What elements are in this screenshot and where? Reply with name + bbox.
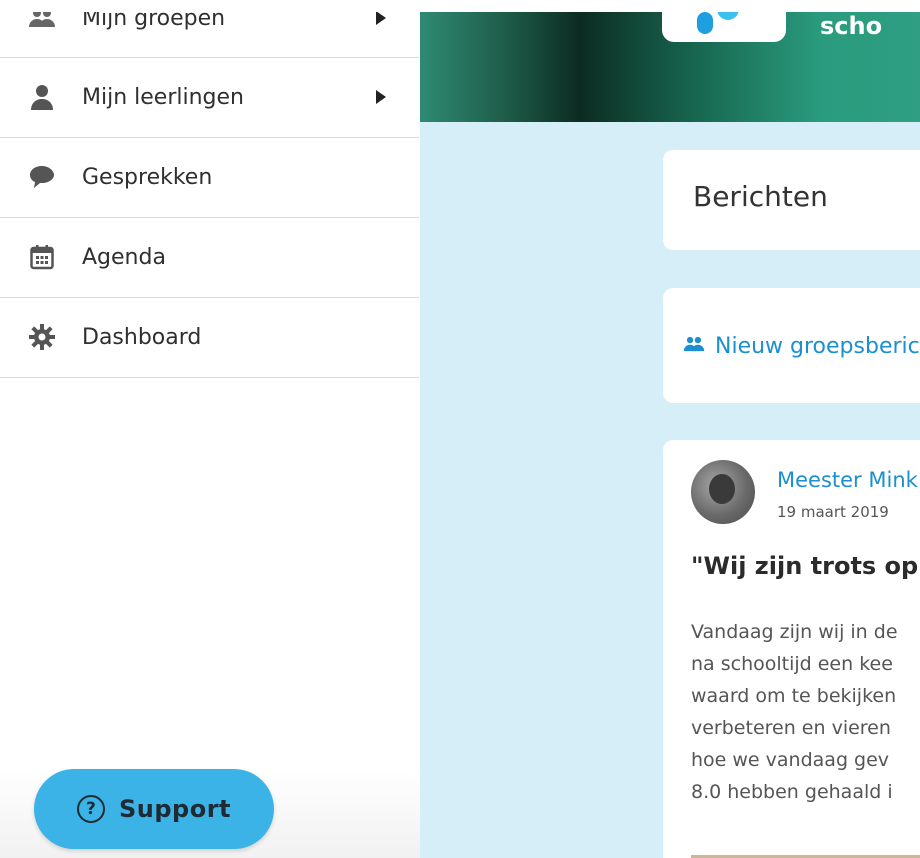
sidebar-item-dashboard[interactable]: Dashboard — [0, 297, 419, 378]
avatar[interactable] — [691, 460, 755, 524]
sidebar-item-agenda[interactable]: Agenda — [0, 217, 419, 298]
sidebar-item-gesprekken[interactable]: Gesprekken — [0, 137, 419, 218]
post-date: 19 maart 2019 — [777, 503, 889, 521]
post-body-line: waard om te bekijken — [691, 685, 897, 707]
new-message-card: Nieuw groepsbericht — [663, 288, 920, 403]
logo-drop-icon — [697, 12, 713, 34]
sidebar-item-label: Mijn leerlingen — [82, 84, 244, 110]
sidebar-item-label: Agenda — [82, 244, 166, 270]
support-label: Support — [118, 795, 232, 823]
berichten-card: Berichten — [663, 150, 920, 250]
post-body-line: hoe we vandaag gev — [691, 749, 890, 771]
submenu-arrow-icon — [376, 90, 386, 104]
post-body: Vandaag zijn wij in de na schooltijd een… — [691, 616, 920, 808]
post-title: "Wij zijn trots op" — [691, 552, 920, 580]
gear-icon — [28, 323, 56, 351]
chat-bubble-icon — [28, 163, 56, 191]
header-banner: Mijn scho — [420, 0, 920, 122]
top-edge — [0, 0, 920, 12]
page-title: Berichten — [693, 180, 828, 213]
main-content: Mijn scho Berichten Nieuw groepsbericht … — [420, 0, 920, 858]
calendar-icon — [28, 243, 56, 271]
sidebar-item-mijn-leerlingen[interactable]: Mijn leerlingen — [0, 57, 419, 138]
post-body-line: na schooltijd een kee — [691, 653, 893, 675]
question-icon: ? — [76, 795, 105, 823]
post-body-line: Vandaag zijn wij in de — [691, 621, 898, 643]
support-button[interactable]: ? Support — [34, 769, 274, 849]
post-body-line: 8.0 hebben gehaald i — [691, 781, 893, 803]
submenu-arrow-icon — [376, 11, 386, 25]
sidebar-item-label: Dashboard — [82, 324, 202, 350]
sidebar-item-label: Gesprekken — [82, 164, 213, 190]
post-body-line: verbeteren en vieren — [691, 717, 891, 739]
post-author[interactable]: Meester Mink — [777, 468, 918, 492]
group-icon — [683, 335, 705, 357]
person-icon — [28, 83, 56, 111]
new-group-message-link[interactable]: Nieuw groepsbericht — [715, 334, 920, 359]
sidebar: Mijn groepen Mijn leerlingen Gesprekken … — [0, 0, 421, 858]
post-card: Meester Mink 19 maart 2019 "Wij zijn tro… — [663, 440, 920, 858]
